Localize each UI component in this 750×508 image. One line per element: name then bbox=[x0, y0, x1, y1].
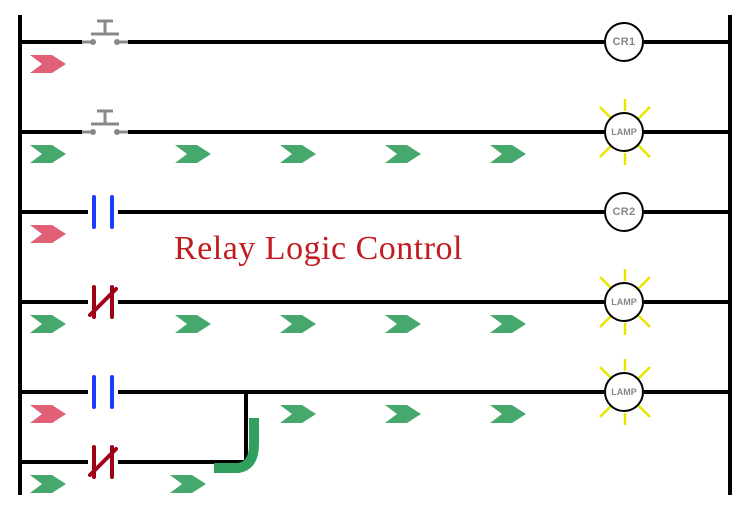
rung-segment bbox=[118, 210, 604, 214]
flow-arrow-icon bbox=[30, 405, 66, 423]
lamp-label: LAMP bbox=[611, 387, 637, 397]
flow-arrow-icon bbox=[490, 315, 526, 333]
power-rail-left bbox=[18, 15, 22, 495]
coil-output: CR2 bbox=[604, 192, 644, 232]
flow-arrow-icon bbox=[30, 55, 66, 73]
power-rail-right bbox=[728, 15, 732, 495]
flow-arrow-icon bbox=[175, 315, 211, 333]
lamp-output: LAMP bbox=[604, 372, 644, 412]
rung-segment bbox=[644, 210, 730, 214]
relay-ladder-diagram: CR1 LAMP CR2 Relay Logic Control bbox=[0, 0, 750, 508]
flow-arrow-icon bbox=[30, 475, 66, 493]
rung-segment bbox=[128, 130, 604, 134]
coil-output: CR1 bbox=[604, 22, 644, 62]
rung-segment bbox=[644, 390, 730, 394]
rung-segment bbox=[644, 40, 730, 44]
no-contact-icon bbox=[88, 195, 118, 229]
coil-label: CR2 bbox=[613, 206, 636, 218]
lamp-output: LAMP bbox=[604, 282, 644, 322]
pushbutton-icon bbox=[82, 105, 128, 137]
flow-arrow-icon bbox=[280, 405, 316, 423]
flow-arrow-icon bbox=[30, 315, 66, 333]
flow-arrow-icon bbox=[175, 145, 211, 163]
no-contact-icon bbox=[88, 375, 118, 409]
flow-arrow-icon bbox=[385, 405, 421, 423]
lamp-label: LAMP bbox=[611, 127, 637, 137]
rung-segment bbox=[20, 300, 88, 304]
rung-segment bbox=[20, 390, 88, 394]
rung-segment bbox=[118, 390, 246, 394]
lamp-output: LAMP bbox=[604, 112, 644, 152]
nc-contact-icon bbox=[88, 285, 118, 319]
flow-arrow-icon bbox=[30, 225, 66, 243]
flow-arrow-icon bbox=[280, 145, 316, 163]
flow-arrow-icon bbox=[170, 475, 206, 493]
flow-arrow-icon bbox=[30, 145, 66, 163]
coil-label: CR1 bbox=[613, 36, 636, 48]
nc-contact-icon bbox=[88, 445, 118, 479]
rung-segment bbox=[118, 300, 604, 304]
rung-segment bbox=[644, 130, 730, 134]
lamp-label: LAMP bbox=[611, 297, 637, 307]
flow-arrow-icon bbox=[280, 315, 316, 333]
flow-arrow-icon bbox=[490, 405, 526, 423]
rung-segment bbox=[20, 130, 82, 134]
pushbutton-icon bbox=[82, 15, 128, 47]
branch-flow-icon bbox=[210, 398, 260, 478]
rung-segment bbox=[128, 40, 604, 44]
rung-segment bbox=[20, 460, 88, 464]
flow-arrow-icon bbox=[385, 315, 421, 333]
flow-arrow-icon bbox=[490, 145, 526, 163]
rung-segment bbox=[644, 300, 730, 304]
rung-segment bbox=[20, 40, 82, 44]
rung-segment bbox=[20, 210, 88, 214]
flow-arrow-icon bbox=[385, 145, 421, 163]
rung-segment bbox=[244, 390, 604, 394]
diagram-title: Relay Logic Control bbox=[174, 230, 463, 268]
